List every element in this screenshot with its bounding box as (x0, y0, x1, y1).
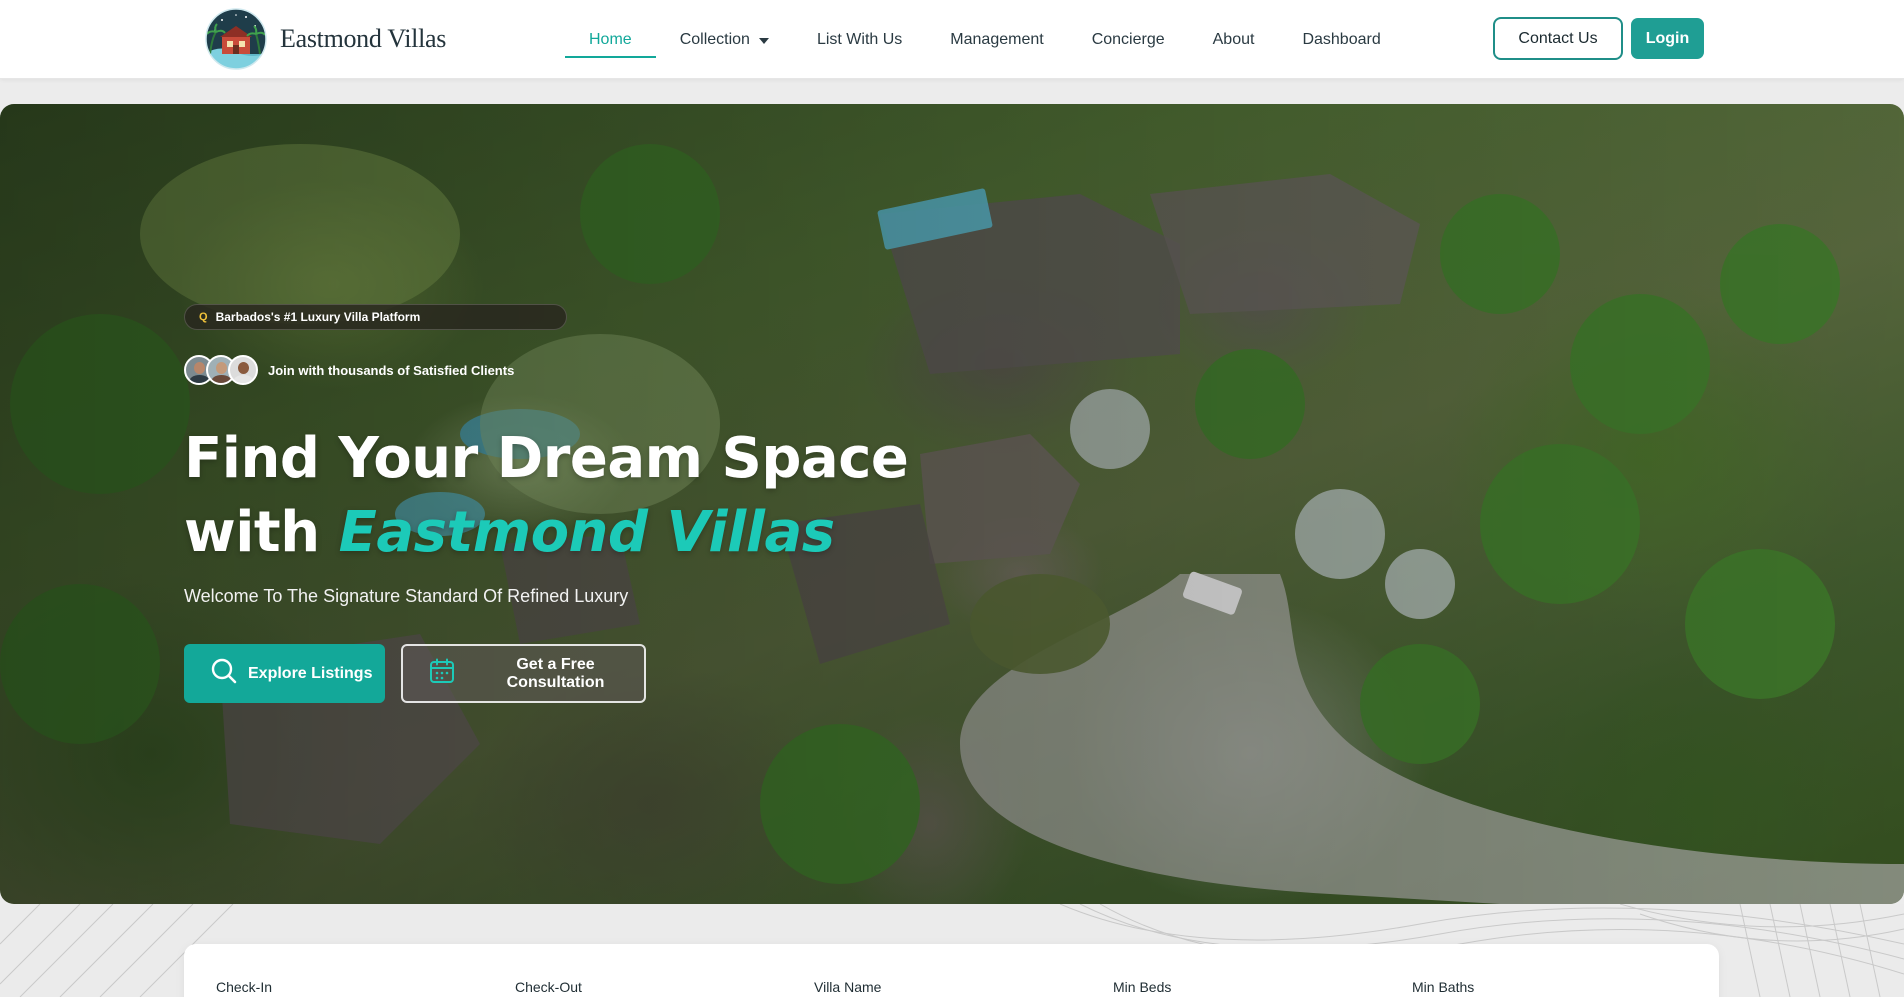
min-beds-label: Min Beds (1113, 979, 1172, 995)
hero-content: Q Barbados's #1 Luxury Villa Platform Jo… (184, 104, 1084, 904)
explore-listings-button[interactable]: Explore Listings (184, 644, 385, 703)
check-out-label: Check-Out (515, 979, 582, 995)
free-consultation-button[interactable]: Get a Free Consultation (401, 644, 646, 703)
nav-dashboard[interactable]: Dashboard (1278, 0, 1404, 79)
clients-text: Join with thousands of Satisfied Clients (268, 362, 515, 378)
hero-subtitle: Welcome To The Signature Standard Of Ref… (184, 586, 629, 606)
brand-logo-link[interactable]: Eastmond Villas (200, 8, 446, 70)
hero-title-accent: Eastmond Villas (338, 500, 835, 565)
platform-badge: Q Barbados's #1 Luxury Villa Platform (184, 304, 567, 330)
search-section: Check-In Check-Out Villa Name Min Beds M… (0, 904, 1904, 997)
nav-about[interactable]: About (1189, 0, 1279, 79)
nav-list-with-us[interactable]: List With Us (793, 0, 926, 79)
caret-down-icon (758, 37, 769, 44)
nav-collection-label: Collection (679, 30, 750, 48)
top-navbar: Eastmond Villas Home Collection List Wit… (0, 0, 1904, 79)
hero-section: Q Barbados's #1 Luxury Villa Platform Jo… (0, 104, 1904, 904)
brand-name: Eastmond Villas (280, 24, 447, 53)
nav-concierge[interactable]: Concierge (1068, 0, 1189, 79)
satisfied-clients: Join with thousands of Satisfied Clients (184, 354, 514, 386)
nav-home[interactable]: Home (565, 0, 656, 79)
contact-us-button[interactable]: Contact Us (1493, 17, 1623, 60)
search-icon (210, 657, 238, 690)
nav-management[interactable]: Management (926, 0, 1067, 79)
villa-search-card: Check-In Check-Out Villa Name Min Beds M… (184, 944, 1719, 997)
hero-title-prefix: with (184, 500, 320, 565)
hero-title-line1: Find Your Dream Space (184, 426, 909, 491)
villa-logo-icon (200, 8, 272, 70)
check-in-label: Check-In (216, 979, 273, 995)
min-baths-label: Min Baths (1412, 979, 1475, 995)
calendar-icon (429, 658, 455, 689)
free-consultation-label: Get a Free Consultation (506, 655, 605, 691)
explore-listings-label: Explore Listings (248, 664, 373, 682)
nav-collection[interactable]: Collection (656, 0, 793, 79)
search-icon: Q (199, 311, 208, 323)
platform-badge-text: Barbados's #1 Luxury Villa Platform (215, 310, 421, 324)
villa-name-label: Villa Name (814, 979, 882, 995)
login-button[interactable]: Login (1631, 18, 1704, 59)
main-nav: Home Collection List With Us Management … (565, 0, 1405, 79)
hero-title: Find Your Dream Space with Eastmond Vill… (184, 422, 1084, 570)
client-avatar (228, 355, 258, 385)
